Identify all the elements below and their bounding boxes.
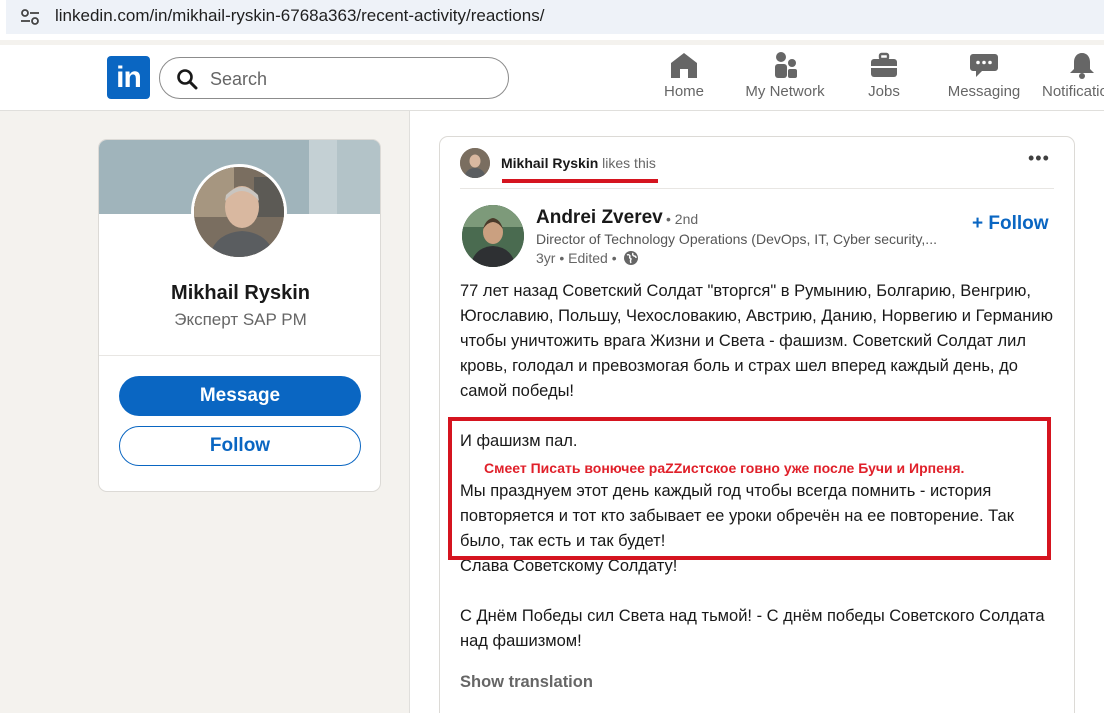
author-photo (462, 205, 524, 267)
red-underline-annotation (502, 179, 658, 183)
post-paragraph: С Днём Победы сил Света над тьмой! - С д… (460, 607, 1045, 650)
avatar[interactable] (191, 164, 287, 260)
url-text[interactable]: linkedin.com/in/mikhail-ryskin-6768a363/… (55, 6, 544, 26)
search-icon (177, 69, 198, 90)
profile-name[interactable]: Mikhail Ryskin (99, 282, 380, 305)
activity-text: likes this (602, 155, 656, 171)
red-box-annotation (448, 417, 1051, 560)
annotation-text: Смеет Писать вонючее раZZистское говно у… (484, 460, 965, 476)
search-box[interactable] (159, 57, 509, 99)
post-paragraph: 77 лет назад Советский Солдат "вторгся" … (460, 282, 1053, 400)
divider (460, 188, 1054, 189)
chat-icon (970, 54, 998, 77)
nav-my-network[interactable]: My Network (738, 51, 832, 107)
briefcase-icon (871, 52, 897, 77)
nav-messaging[interactable]: Messaging (946, 51, 1022, 107)
profile-photo (194, 167, 284, 257)
url-field[interactable]: linkedin.com/in/mikhail-ryskin-6768a363/… (6, 0, 1104, 34)
profile-title: Эксперт SAP PM (174, 310, 307, 329)
people-icon (775, 52, 797, 78)
globe-icon (623, 251, 638, 265)
nav-jobs[interactable]: Jobs (860, 51, 908, 107)
home-icon (671, 53, 697, 78)
message-button[interactable]: Message (119, 376, 361, 416)
nav-home-label: Home (663, 83, 704, 100)
search-input[interactable] (210, 67, 490, 91)
bell-icon (1070, 53, 1094, 79)
activity-header: Mikhail Ryskin likes this (501, 155, 656, 171)
activity-avatar[interactable] (460, 148, 490, 178)
follow-button[interactable]: Follow (119, 426, 361, 466)
more-options-icon[interactable]: ••• (1028, 149, 1050, 171)
post-timestamp: 3yr • Edited • (536, 250, 617, 266)
activity-actor-name[interactable]: Mikhail Ryskin (501, 155, 598, 171)
follow-author-button[interactable]: + Follow (972, 213, 1049, 235)
nav-notifications[interactable]: Notifications (1042, 51, 1104, 107)
author-headline: Director of Technology Operations (DevOp… (536, 231, 937, 247)
author-avatar[interactable] (462, 205, 524, 267)
nav-messaging-label: Messaging (947, 83, 1021, 100)
author-name[interactable]: Andrei Zverev (536, 207, 663, 229)
nav-my-network-label: My Network (745, 83, 825, 100)
top-navbar: in Home My Network Jobs (0, 45, 1104, 111)
site-info-icon[interactable] (20, 8, 40, 26)
activity-avatar-photo (460, 148, 490, 178)
show-translation-link[interactable]: Show translation (460, 673, 593, 692)
nav-home[interactable]: Home (656, 51, 712, 107)
profile-card: Mikhail Ryskin Эксперт SAP PM Message Fo… (98, 139, 381, 492)
feed-post: Mikhail Ryskin likes this ••• Andrei Zve… (439, 136, 1075, 713)
linkedin-logo[interactable]: in (107, 56, 150, 99)
nav-notifications-label: Notifications (1042, 83, 1104, 100)
nav-jobs-label: Jobs (868, 83, 900, 100)
post-meta: 3yr • Edited • (536, 250, 639, 266)
divider (99, 355, 380, 356)
browser-address-bar: linkedin.com/in/mikhail-ryskin-6768a363/… (0, 0, 1104, 40)
connection-degree: • 2nd (666, 211, 699, 227)
